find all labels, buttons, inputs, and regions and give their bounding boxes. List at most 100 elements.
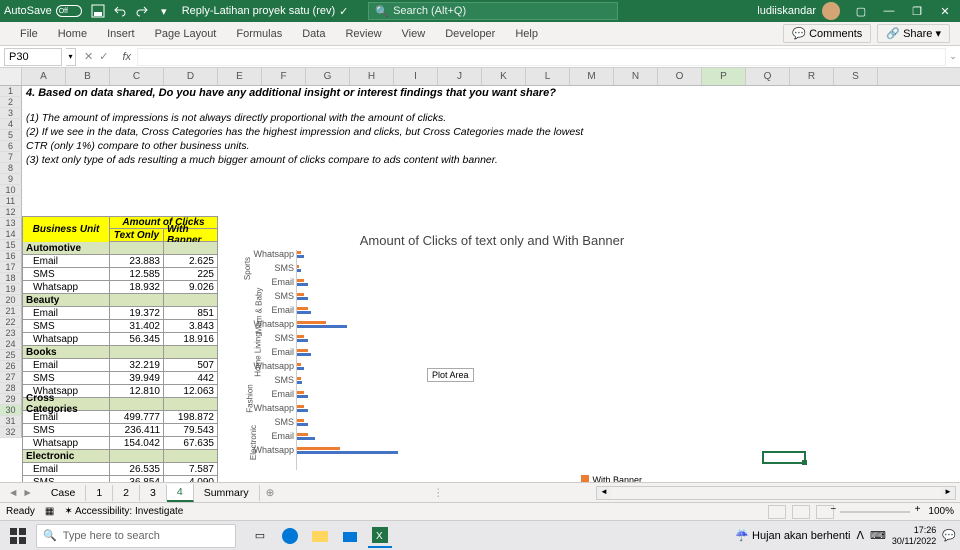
comments-button[interactable]: 💬 Comments <box>783 24 871 43</box>
tab-insert[interactable]: Insert <box>97 23 145 45</box>
macro-recorder-icon[interactable]: ▦ <box>45 506 54 517</box>
col-q[interactable]: Q <box>746 68 790 85</box>
enter-formula-icon[interactable]: ✓ <box>99 50 108 63</box>
tab-4[interactable]: 4 <box>167 484 194 502</box>
row-10[interactable]: 10 <box>0 185 22 196</box>
row-26[interactable]: 26 <box>0 361 22 372</box>
col-c[interactable]: C <box>110 68 164 85</box>
user-account[interactable]: ludiiskandar <box>757 2 840 20</box>
tab-summary[interactable]: Summary <box>194 485 260 501</box>
col-p[interactable]: P <box>702 68 746 85</box>
row-23[interactable]: 23 <box>0 328 22 339</box>
active-cell[interactable] <box>762 451 806 464</box>
share-button[interactable]: 🔗 Share ▾ <box>877 24 950 43</box>
col-j[interactable]: J <box>438 68 482 85</box>
tab-formulas[interactable]: Formulas <box>226 23 292 45</box>
zoom-level[interactable]: 100% <box>928 506 954 517</box>
row-2[interactable]: 2 <box>0 97 22 108</box>
row-19[interactable]: 19 <box>0 284 22 295</box>
minimize-icon[interactable]: — <box>878 5 900 18</box>
col-a[interactable]: A <box>22 68 66 85</box>
row-18[interactable]: 18 <box>0 273 22 284</box>
weather-widget[interactable]: ☔ Hujan akan berhenti <box>735 529 850 542</box>
tab-data[interactable]: Data <box>292 23 335 45</box>
ribbon-display-icon[interactable]: ▢ <box>850 5 872 18</box>
row-3[interactable]: 3 <box>0 108 22 119</box>
chart[interactable]: Amount of Clicks of text only and With B… <box>252 231 732 481</box>
tab-file[interactable]: File <box>10 23 48 45</box>
col-g[interactable]: G <box>306 68 350 85</box>
tab-1[interactable]: 1 <box>86 485 113 501</box>
tab-developer[interactable]: Developer <box>435 23 505 45</box>
select-all-corner[interactable] <box>0 68 22 85</box>
col-n[interactable]: N <box>614 68 658 85</box>
save-icon[interactable] <box>90 3 106 19</box>
row-8[interactable]: 8 <box>0 163 22 174</box>
undo-icon[interactable] <box>112 3 128 19</box>
row-16[interactable]: 16 <box>0 251 22 262</box>
sheet-nav[interactable]: ◄► <box>0 487 41 499</box>
taskbar-search[interactable]: 🔍 Type here to search <box>36 524 236 548</box>
col-k[interactable]: K <box>482 68 526 85</box>
row-27[interactable]: 27 <box>0 372 22 383</box>
row-9[interactable]: 9 <box>0 174 22 185</box>
row-15[interactable]: 15 <box>0 240 22 251</box>
col-f[interactable]: F <box>262 68 306 85</box>
col-r[interactable]: R <box>790 68 834 85</box>
tray-chevron-icon[interactable]: ᐱ <box>856 529 864 542</box>
task-view-icon[interactable]: ▭ <box>248 524 272 548</box>
notifications-icon[interactable]: 💬 <box>942 529 956 542</box>
row-12[interactable]: 12 <box>0 207 22 218</box>
row-4[interactable]: 4 <box>0 119 22 130</box>
tab-review[interactable]: Review <box>335 23 391 45</box>
cancel-formula-icon[interactable]: ✕ <box>84 50 93 63</box>
tab-case[interactable]: Case <box>41 485 87 501</box>
tab-help[interactable]: Help <box>505 23 548 45</box>
search-box[interactable]: 🔍 Search (Alt+Q) <box>368 2 618 20</box>
col-d[interactable]: D <box>164 68 218 85</box>
col-l[interactable]: L <box>526 68 570 85</box>
row-7[interactable]: 7 <box>0 152 22 163</box>
page-layout-view-icon[interactable] <box>792 505 810 519</box>
tab-home[interactable]: Home <box>48 23 97 45</box>
autosave-toggle[interactable]: AutoSave Off <box>4 5 82 17</box>
accessibility-status[interactable]: ✶ Accessibility: Investigate <box>64 506 183 517</box>
cell-area[interactable]: 4. Based on data shared, Do you have any… <box>22 86 960 482</box>
name-box[interactable]: P30 <box>4 48 62 66</box>
start-button[interactable] <box>4 524 32 548</box>
formula-input[interactable] <box>137 48 946 66</box>
row-25[interactable]: 25 <box>0 350 22 361</box>
redo-icon[interactable] <box>134 3 150 19</box>
clock[interactable]: 17:26 30/11/2022 <box>892 525 936 547</box>
input-method-icon[interactable]: ⌨ <box>870 529 886 542</box>
tab-page-layout[interactable]: Page Layout <box>145 23 227 45</box>
qat-dropdown-icon[interactable]: ▾ <box>156 3 172 19</box>
excel-icon[interactable]: X <box>368 524 392 548</box>
new-sheet-button[interactable]: ⊕ <box>260 487 281 499</box>
row-30[interactable]: 30 <box>0 405 22 416</box>
worksheet-grid[interactable]: 1 2 3 4 5 6 7 8 9 10 11 12 13 14 15 16 1… <box>0 86 960 482</box>
col-m[interactable]: M <box>570 68 614 85</box>
row-1[interactable]: 1 <box>0 86 22 97</box>
col-e[interactable]: E <box>218 68 262 85</box>
horizontal-scrollbar[interactable]: ◄► <box>596 486 956 500</box>
fx-icon[interactable]: fx <box>116 51 137 63</box>
tab-3[interactable]: 3 <box>140 485 167 501</box>
col-h[interactable]: H <box>350 68 394 85</box>
col-b[interactable]: B <box>66 68 110 85</box>
row-20[interactable]: 20 <box>0 295 22 306</box>
zoom-slider[interactable] <box>840 511 910 513</box>
row-29[interactable]: 29 <box>0 394 22 405</box>
formula-expand-icon[interactable]: ⌄ <box>946 51 960 62</box>
row-24[interactable]: 24 <box>0 339 22 350</box>
row-14[interactable]: 14 <box>0 229 22 240</box>
explorer-icon[interactable] <box>308 524 332 548</box>
col-i[interactable]: I <box>394 68 438 85</box>
col-o[interactable]: O <box>658 68 702 85</box>
row-5[interactable]: 5 <box>0 130 22 141</box>
row-22[interactable]: 22 <box>0 317 22 328</box>
tab-view[interactable]: View <box>392 23 436 45</box>
edge-icon[interactable] <box>278 524 302 548</box>
maximize-icon[interactable]: ❐ <box>906 5 928 18</box>
row-13[interactable]: 13 <box>0 218 22 229</box>
